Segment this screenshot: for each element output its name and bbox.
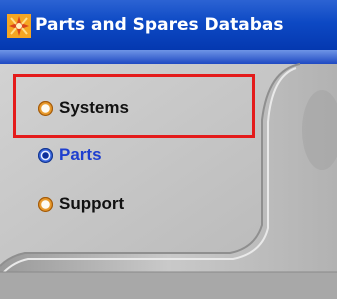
nav-item-parts[interactable]: Parts [38, 145, 102, 165]
highlight-box [13, 74, 255, 138]
radio-button-icon[interactable] [38, 196, 53, 212]
application-window: Parts and Spares Databas Systems Parts S… [0, 0, 337, 299]
app-logo-icon [7, 14, 31, 38]
nav-label-support: Support [59, 194, 125, 213]
nav-item-support[interactable]: Support [38, 194, 124, 214]
radio-button-selected-icon[interactable] [38, 147, 53, 163]
nav-label-parts: Parts [59, 145, 102, 164]
title-bar[interactable]: Parts and Spares Databas [0, 0, 337, 50]
window-title: Parts and Spares Databas [35, 15, 284, 35]
